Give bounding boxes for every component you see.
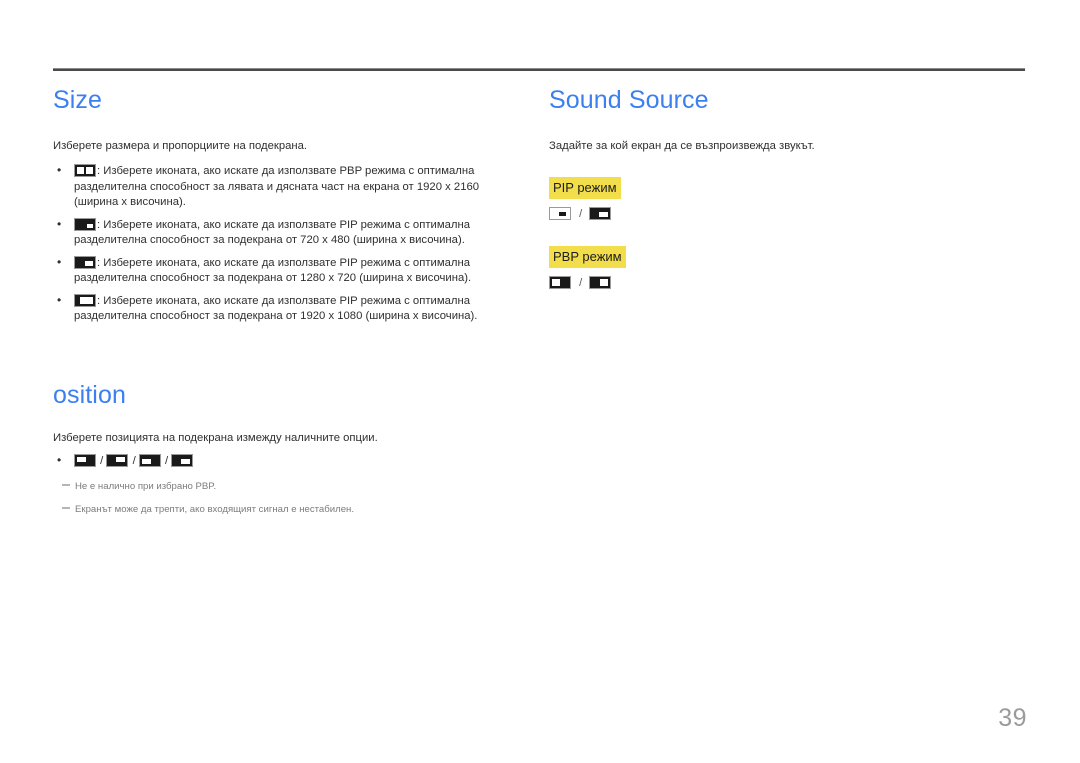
pbp-mode-icon-row: / [549, 274, 1019, 292]
note-item: Екранът може да трепти, ако входящият си… [53, 503, 523, 517]
pip-small-screen-icon [74, 217, 96, 231]
list-item: : Изберете иконата, ако искате да използ… [53, 293, 523, 325]
pip-large-screen-icon [74, 293, 96, 307]
position-notes: Не е налично при избрано PBP. Екранът мо… [53, 480, 523, 517]
icon-separator: / [164, 454, 169, 467]
pip-mode-badge: PIP режим [549, 177, 621, 199]
sound-right-screen-icon [589, 276, 612, 289]
size-option-text: : Изберете иконата, ако искате да използ… [74, 218, 470, 247]
size-option-text: : Изберете иконата, ако искате да използ… [74, 256, 472, 285]
position-section-intro: Изберете позицията на подекрана измежду … [53, 431, 378, 444]
icon-separator: / [100, 454, 104, 467]
document-page: Size Изберете размера и пропорциите на п… [0, 0, 1080, 763]
size-option-text: : Изберете иконата, ако искате да използ… [74, 294, 478, 323]
page-number: 39 [998, 704, 1027, 732]
sound-main-screen-icon [549, 207, 571, 220]
icon-separator: / [579, 277, 583, 289]
size-option-text: : Изберете иконата, ако искате да използ… [74, 165, 480, 208]
position-option-list: / / / [53, 452, 523, 470]
size-option-list: : Изберете иконата, ако искате да използ… [53, 163, 523, 325]
left-column: Size Изберете размера и пропорциите на п… [53, 84, 523, 526]
right-column: Sound Source Задайте за кой екран да се … [549, 84, 1019, 292]
position-top-right-icon [106, 453, 129, 467]
header-rule [53, 68, 1025, 71]
sound-sub-screen-icon [589, 207, 612, 220]
pip-mode-group: PIP режим / [549, 154, 1019, 223]
icon-separator: / [132, 454, 136, 467]
size-section-title: Size [53, 86, 103, 114]
list-item: : Изберете иконата, ако искате да използ… [53, 217, 523, 249]
sound-source-intro: Задайте за кой екран да се възпроизвежда… [549, 140, 815, 152]
position-section-title: osition [53, 380, 126, 409]
pip-medium-screen-icon [74, 255, 96, 269]
pip-mode-icon-row: / [549, 205, 1019, 223]
sound-source-section-title: Sound Source [549, 86, 709, 114]
pbp-split-screen-icon [74, 164, 96, 177]
list-item: / / / [53, 452, 523, 470]
note-item: Не е налично при избрано PBP. [53, 480, 523, 494]
list-item: : Изберете иконата, ако искате да използ… [53, 255, 523, 287]
pbp-mode-group: PBP режим / [549, 223, 1019, 292]
size-section-intro: Изберете размера и пропорциите на подекр… [53, 140, 308, 152]
sound-left-screen-icon [549, 276, 571, 289]
position-bottom-right-icon [171, 453, 194, 467]
pbp-mode-badge: PBP режим [549, 246, 626, 268]
list-item: : Изберете иконата, ако искате да използ… [53, 163, 523, 211]
position-bottom-left-icon [138, 453, 161, 467]
icon-separator: / [579, 208, 583, 220]
position-top-left-icon [74, 453, 96, 467]
